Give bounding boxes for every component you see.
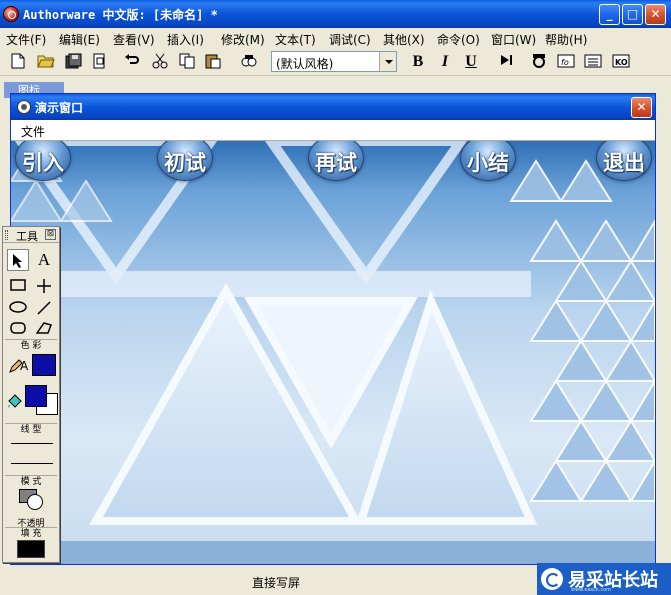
- tools-palette-title-bar[interactable]: 工具 ⊠: [3, 227, 59, 243]
- tools-palette-title: 工具: [16, 230, 38, 243]
- variables-icon[interactable]: [584, 53, 602, 71]
- tools-palette-close-button[interactable]: ⊠: [45, 229, 56, 240]
- cut-icon[interactable]: [152, 53, 170, 71]
- nav-button-summary-label: 小结: [467, 151, 509, 175]
- fill-section-label: 填 充: [5, 527, 57, 539]
- menu-file[interactable]: 文件(F): [6, 31, 46, 48]
- nav-button-exit[interactable]: 退出: [596, 141, 652, 181]
- underline-button[interactable]: U: [462, 53, 480, 71]
- menu-other[interactable]: 其他(X): [383, 31, 425, 48]
- minimize-button[interactable]: _: [599, 4, 620, 25]
- ellipse-tool[interactable]: [7, 297, 29, 319]
- menu-bar: 文件(F) 编辑(E) 查看(V) 插入(I) 修改(M) 文本(T) 调试(C…: [0, 28, 671, 48]
- rectangle-tool[interactable]: [7, 275, 29, 297]
- site-watermark: 易采站长站 www.easck.com: [537, 563, 671, 595]
- direct-to-screen-label: 直接写屏: [252, 576, 301, 590]
- menu-window[interactable]: 窗口(W): [491, 31, 536, 48]
- import-icon[interactable]: [91, 53, 109, 71]
- presentation-menu-file[interactable]: 文件: [21, 123, 45, 140]
- nav-button-intro-label: 引入: [22, 151, 64, 175]
- nav-button-first-try[interactable]: 初试: [157, 141, 213, 181]
- undo-icon[interactable]: [124, 53, 142, 71]
- diagonal-line-tool[interactable]: [33, 297, 55, 319]
- fill-pattern-swatch[interactable]: [17, 540, 45, 558]
- line-section-label: 线 型: [5, 423, 57, 435]
- nav-button-first-try-label: 初试: [164, 151, 206, 175]
- line-style-thin[interactable]: [11, 443, 53, 444]
- control-panel-icon[interactable]: [530, 53, 548, 71]
- rounded-rectangle-tool[interactable]: [7, 318, 29, 340]
- close-button[interactable]: ✕: [645, 4, 666, 25]
- paste-icon[interactable]: [205, 53, 223, 71]
- line-style-solid[interactable]: [11, 463, 53, 464]
- chevron-down-icon[interactable]: [379, 52, 396, 71]
- nav-button-retry[interactable]: 再试: [308, 141, 364, 181]
- presentation-menu-bar: 文件: [11, 120, 655, 141]
- watermark-url: www.easck.com: [571, 587, 612, 593]
- presentation-title-bar: 演示窗口 ✕: [11, 94, 655, 120]
- color-section-label: 色 彩: [5, 339, 57, 351]
- maximize-button[interactable]: □: [622, 4, 643, 25]
- watermark-logo-icon: [541, 568, 563, 590]
- presentation-title: 演示窗口: [35, 101, 84, 115]
- save-all-icon[interactable]: [65, 53, 83, 71]
- presentation-close-button[interactable]: ✕: [631, 97, 652, 118]
- new-file-icon[interactable]: [11, 53, 29, 71]
- presentation-window-icon: [17, 100, 31, 114]
- fill-fore-swatch[interactable]: [25, 385, 47, 407]
- bold-button[interactable]: B: [409, 53, 427, 71]
- open-file-icon[interactable]: [37, 53, 55, 71]
- menu-insert[interactable]: 插入(I): [167, 31, 204, 48]
- knowledge-objects-icon[interactable]: KO: [612, 53, 630, 71]
- nav-button-summary[interactable]: 小结: [460, 141, 516, 181]
- menu-command[interactable]: 命令(O): [437, 31, 480, 48]
- nav-button-retry-label: 再试: [315, 151, 357, 175]
- nav-button-exit-label: 退出: [603, 151, 645, 175]
- polygon-tool[interactable]: [33, 318, 55, 340]
- paint-bucket-icon[interactable]: [3, 390, 25, 412]
- run-icon[interactable]: [498, 53, 516, 71]
- style-select-value: (默认风格): [276, 57, 334, 71]
- copy-icon[interactable]: [179, 53, 197, 71]
- functions-icon[interactable]: fo: [557, 53, 575, 71]
- presentation-window: 演示窗口 ✕ 文件 引入 初试 再试 小结 退出: [10, 93, 656, 565]
- presentation-stage: 引入 初试 再试 小结 退出: [11, 141, 655, 564]
- triangle-pattern-background: [11, 141, 655, 564]
- grip-icon[interactable]: [5, 230, 8, 240]
- authorware-window: Authorware 中文版: [未命名] * _ □ ✕ 文件(F) 编辑(E…: [0, 0, 671, 595]
- nav-button-intro[interactable]: 引入: [15, 141, 71, 181]
- pointer-tool[interactable]: [7, 249, 29, 271]
- tools-palette: 工具 ⊠ A 色 彩 A 线 型 模 式 不透明 填 充: [2, 226, 60, 563]
- authorware-app-icon[interactable]: [3, 6, 19, 22]
- menu-view[interactable]: 查看(V): [113, 31, 155, 48]
- menu-help[interactable]: 帮助(H): [545, 31, 587, 48]
- window-title: Authorware 中文版: [未命名] *: [23, 8, 218, 22]
- title-bar: Authorware 中文版: [未命名] * _ □ ✕: [0, 0, 671, 28]
- menu-edit[interactable]: 编辑(E): [59, 31, 100, 48]
- line-color-swatch[interactable]: [32, 354, 56, 376]
- svg-text:KO: KO: [615, 58, 628, 67]
- svg-text:fo: fo: [561, 58, 569, 67]
- menu-text[interactable]: 文本(T): [275, 31, 316, 48]
- mode-section-label: 模 式: [5, 475, 57, 487]
- style-select[interactable]: (默认风格): [271, 51, 397, 72]
- find-icon[interactable]: [240, 53, 258, 71]
- text-color-glyph: A: [20, 359, 29, 373]
- menu-modify[interactable]: 修改(M): [221, 31, 265, 48]
- menu-debug[interactable]: 调试(C): [329, 31, 371, 48]
- crosshair-line-tool[interactable]: [33, 275, 55, 297]
- italic-button[interactable]: I: [436, 53, 454, 71]
- text-tool[interactable]: A: [33, 249, 55, 271]
- mode-opaque-icon[interactable]: [19, 489, 45, 511]
